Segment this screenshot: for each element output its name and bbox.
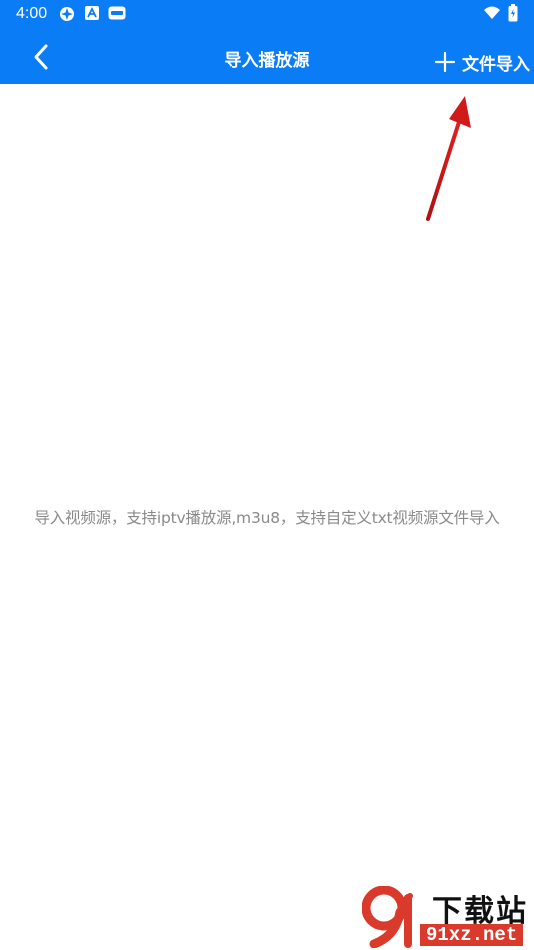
watermark-url: 91xz.net xyxy=(420,924,524,946)
a-badge-icon xyxy=(85,6,99,20)
file-import-label: 文件导入 xyxy=(462,54,530,75)
spark-icon xyxy=(60,7,74,21)
wifi-icon xyxy=(484,6,500,19)
91-logo-icon xyxy=(362,886,413,948)
notification-badge-icon xyxy=(108,6,126,20)
empty-state-message: 导入视频源，支持iptv播放源,m3u8，支持自定义txt视频源文件导入 xyxy=(34,509,500,527)
status-time: 4:00 xyxy=(16,5,48,22)
back-button[interactable] xyxy=(26,40,58,72)
screen: 4:00 导入播放源 文件导入 导入视频源，支持iptv播放源,m3u8，支持自… xyxy=(0,0,534,950)
battery-icon xyxy=(508,4,518,22)
file-import-button[interactable]: 文件导入 xyxy=(434,40,530,76)
app-bar: 导入播放源 文件导入 xyxy=(0,28,534,84)
watermark: 下载站 91xz.net xyxy=(360,884,534,950)
chevron-left-icon xyxy=(34,44,48,70)
status-bar: 4:00 xyxy=(0,0,534,28)
plus-icon xyxy=(434,51,456,73)
red-arrow-icon xyxy=(426,96,471,221)
